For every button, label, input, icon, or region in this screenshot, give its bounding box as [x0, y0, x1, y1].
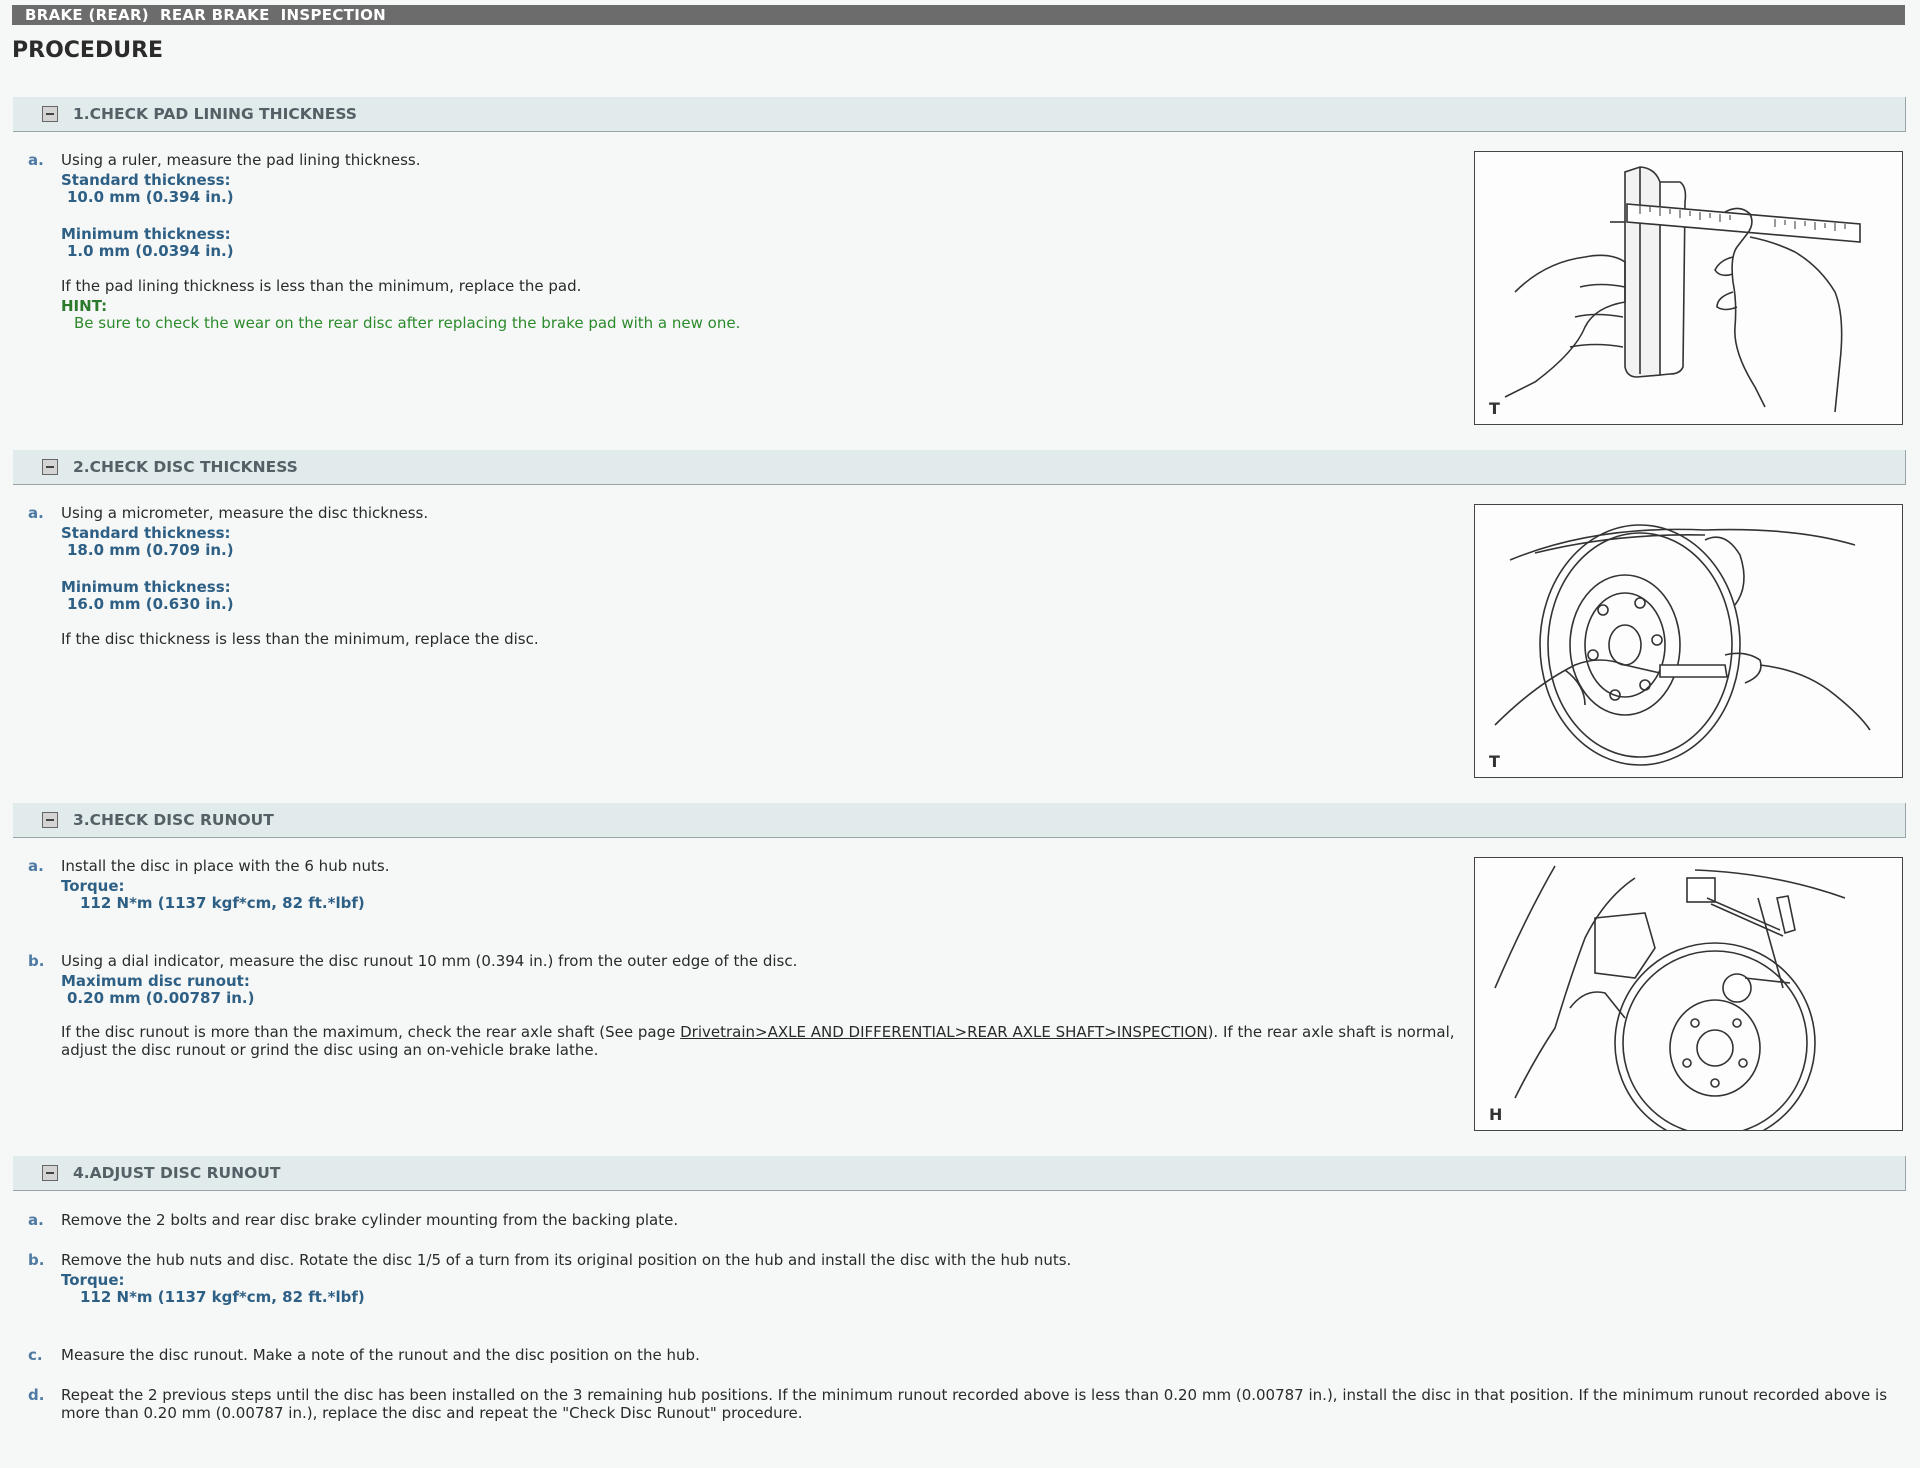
illustration-ruler-pad: T — [1474, 151, 1903, 425]
spec-label: Minimum thickness: — [61, 578, 231, 596]
spec-label: Standard thickness: — [61, 171, 231, 189]
collapse-icon[interactable] — [42, 1165, 58, 1181]
figure-code: T — [1489, 752, 1500, 771]
spec-value: 0.20 mm (0.00787 in.) — [67, 989, 255, 1007]
note-text: If the disc runout is more than the maxi… — [61, 1023, 681, 1041]
rear-axle-shaft-link[interactable]: Drivetrain>AXLE AND DIFFERENTIAL>REAR AX… — [680, 1023, 1207, 1041]
step-text: Remove the hub nuts and disc. Rotate the… — [61, 1251, 1072, 1269]
collapse-icon[interactable] — [42, 812, 58, 828]
step-letter: a. — [28, 151, 44, 169]
section-title: 3.CHECK DISC RUNOUT — [73, 811, 274, 829]
figure-code: H — [1489, 1105, 1503, 1124]
step-text: Repeat the 2 previous steps until the di… — [61, 1386, 1888, 1422]
step-letter: b. — [28, 952, 45, 970]
spec-label: Minimum thickness: — [61, 225, 231, 243]
step-letter: d. — [28, 1386, 45, 1404]
step-letter: a. — [28, 504, 44, 522]
illustration-dial-indicator: H — [1474, 857, 1903, 1131]
section-header-disc-runout: 3.CHECK DISC RUNOUT — [13, 803, 1906, 838]
spec-label: Torque: — [61, 1271, 125, 1289]
spec-label: Standard thickness: — [61, 524, 231, 542]
page-title: PROCEDURE — [12, 38, 164, 63]
step-text: Using a dial indicator, measure the disc… — [61, 952, 798, 970]
section-title: 4.ADJUST DISC RUNOUT — [73, 1164, 281, 1182]
section-title: 1.CHECK PAD LINING THICKNESS — [73, 105, 357, 123]
figure-code: T — [1489, 399, 1500, 418]
step-text: Install the disc in place with the 6 hub… — [61, 857, 390, 875]
collapse-icon[interactable] — [42, 459, 58, 475]
spec-label: Maximum disc runout: — [61, 972, 250, 990]
section-header-disc-thickness: 2.CHECK DISC THICKNESS — [13, 450, 1906, 485]
hint-text: Be sure to check the wear on the rear di… — [74, 314, 741, 332]
collapse-icon[interactable] — [42, 106, 58, 122]
step-letter: b. — [28, 1251, 45, 1269]
spec-value: 1.0 mm (0.0394 in.) — [67, 242, 234, 260]
step-text: Measure the disc runout. Make a note of … — [61, 1346, 700, 1364]
step-letter: c. — [28, 1346, 43, 1364]
spec-value: 18.0 mm (0.709 in.) — [67, 541, 234, 559]
step-text: Using a ruler, measure the pad lining th… — [61, 151, 421, 169]
section-header-pad-lining: 1.CHECK PAD LINING THICKNESS — [13, 97, 1906, 132]
breadcrumb: BRAKE (REAR) REAR BRAKE INSPECTION — [12, 5, 1905, 25]
spec-label: Torque: — [61, 877, 125, 895]
hint-label: HINT: — [61, 297, 108, 315]
spec-value: 16.0 mm (0.630 in.) — [67, 595, 234, 613]
step-note: If the disc thickness is less than the m… — [61, 630, 539, 648]
spec-value: 112 N*m (1137 kgf*cm, 82 ft.*lbf) — [80, 1288, 365, 1306]
step-letter: a. — [28, 857, 44, 875]
step-text: Using a micrometer, measure the disc thi… — [61, 504, 429, 522]
step-note: If the disc runout is more than the maxi… — [61, 1023, 1461, 1059]
step-letter: a. — [28, 1211, 44, 1229]
illustration-micrometer-disc: T — [1474, 504, 1903, 778]
step-note: If the pad lining thickness is less than… — [61, 277, 582, 295]
spec-value: 10.0 mm (0.394 in.) — [67, 188, 234, 206]
step-text: Remove the 2 bolts and rear disc brake c… — [61, 1211, 679, 1229]
spec-value: 112 N*m (1137 kgf*cm, 82 ft.*lbf) — [80, 894, 365, 912]
section-title: 2.CHECK DISC THICKNESS — [73, 458, 298, 476]
section-header-adjust-runout: 4.ADJUST DISC RUNOUT — [13, 1156, 1906, 1191]
